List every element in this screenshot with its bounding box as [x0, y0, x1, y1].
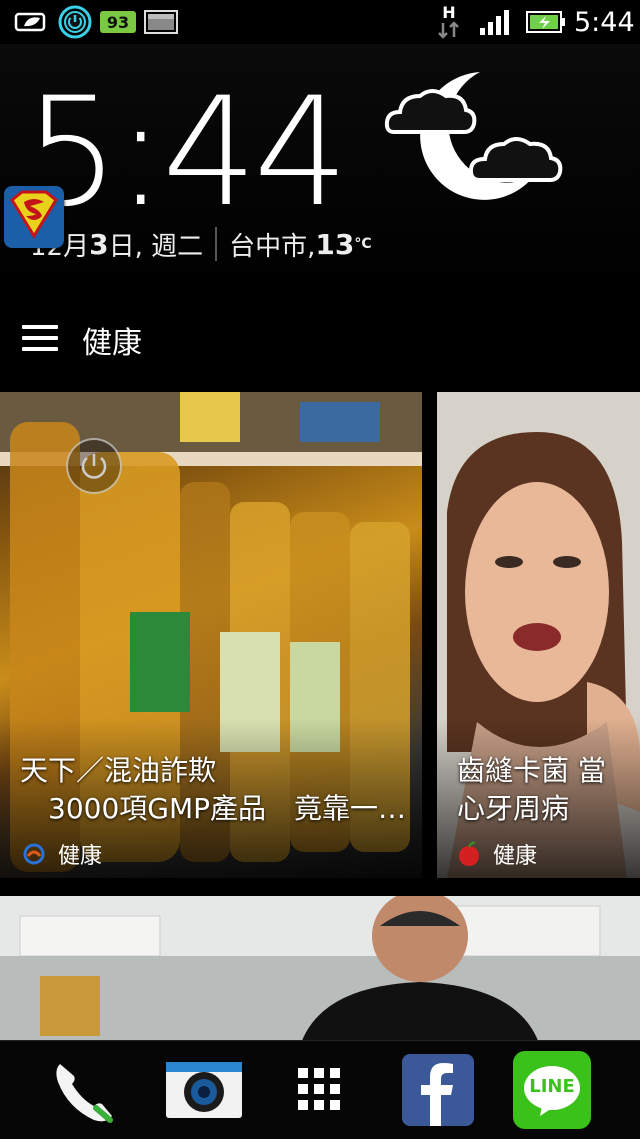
- date-day: 3: [89, 227, 109, 261]
- app-drawer-icon[interactable]: [280, 1050, 360, 1130]
- card-source-label: 健康: [493, 844, 538, 869]
- source-logo-icon: [23, 843, 45, 865]
- superman-app-icon[interactable]: [4, 186, 64, 248]
- battery-badge-value: 93: [106, 12, 130, 32]
- status-bar: 93 H 5:44: [0, 0, 640, 44]
- news-card[interactable]: [0, 896, 640, 1046]
- city-label: 台中市,: [229, 231, 316, 262]
- power-save-icon: [58, 0, 92, 44]
- apple-logo-icon: [459, 841, 479, 866]
- network-type-label: H: [442, 3, 456, 22]
- signal-icon: [478, 0, 512, 44]
- battery-icon: [526, 0, 566, 44]
- card-title-line1: 天下／混油詐欺: [20, 754, 217, 787]
- line-icon[interactable]: LINE: [512, 1050, 592, 1130]
- card-source: 健康: [457, 838, 537, 870]
- leaf-battery-icon: [14, 0, 50, 44]
- date-divider: [215, 227, 218, 261]
- temperature-value: 13: [315, 227, 355, 261]
- news-card[interactable]: 天下／混油詐欺 3000項GMP產品 竟靠一… 健康: [0, 392, 422, 878]
- power-icon[interactable]: [66, 438, 122, 494]
- temperature-unit: °C: [354, 236, 372, 252]
- card-source-label: 健康: [58, 844, 103, 869]
- facebook-icon[interactable]: [398, 1050, 478, 1130]
- menu-icon[interactable]: [22, 325, 58, 355]
- date-location-line[interactable]: 12月 3 日, 週二 台中市, 13 °C: [30, 226, 372, 262]
- status-time: 5:44: [574, 6, 635, 38]
- date-suffix: 日, 週二: [108, 231, 204, 262]
- card-title-line2: 3000項GMP產品 竟靠一…: [48, 792, 406, 825]
- card-title-line2: 心牙周病: [457, 792, 570, 825]
- card-source: 健康: [22, 838, 102, 870]
- card-title-line1: 齒縫卡菌 當: [457, 754, 606, 787]
- clock-time[interactable]: 5:44: [24, 78, 349, 228]
- news-card[interactable]: 齒縫卡菌 當 心牙周病 健康: [437, 392, 640, 878]
- moon-cloud-icon[interactable]: [384, 66, 580, 202]
- line-icon-label: LINE: [529, 1076, 575, 1097]
- feed-title[interactable]: 健康: [82, 318, 142, 362]
- camera-icon[interactable]: [164, 1050, 244, 1130]
- network-h-icon: H: [436, 0, 462, 44]
- screenshot-icon: [144, 0, 178, 44]
- phone-icon[interactable]: [46, 1050, 126, 1130]
- news-image: [0, 896, 640, 1046]
- battery-badge-icon: 93: [100, 0, 136, 44]
